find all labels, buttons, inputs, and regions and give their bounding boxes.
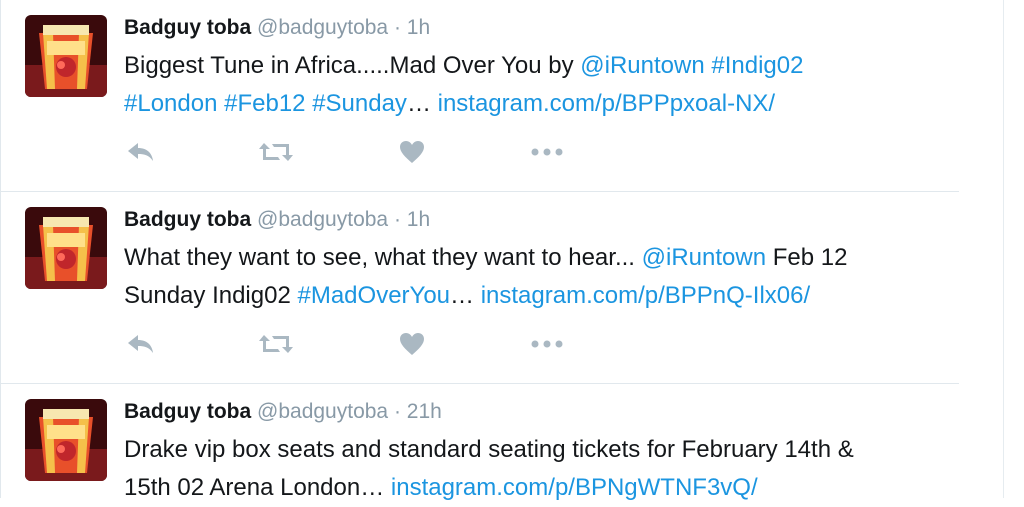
popcorn-avatar-image [25,15,107,97]
hashtag-link[interactable]: #London [124,90,217,117]
mention-link[interactable]: @iRuntown [580,52,704,79]
more-icon [531,148,563,156]
timeline: Badguy toba @badguytoba · 1h Biggest Tun… [0,0,959,501]
reply-icon [128,143,153,161]
tweet-text-part: 15th 02 Arena London… [124,474,391,501]
tweet-text-part: … [406,90,438,117]
avatar[interactable] [25,207,107,289]
like-button[interactable] [397,331,427,357]
tweet-text-part: Sunday Indig02 [124,282,298,309]
user-handle[interactable]: @badguytoba [257,400,388,423]
tweet-header: Badguy toba @badguytoba · 1h [124,206,430,234]
hashtag-link[interactable]: #Indig02 [711,52,803,79]
tweet[interactable]: Badguy toba @badguytoba · 1h What they w… [1,192,959,384]
reply-button[interactable] [126,139,156,165]
tweet-text: What they want to see, what they want to… [124,239,954,315]
tweet-text: Biggest Tune in Africa.....Mad Over You … [124,47,954,123]
url-link[interactable]: instagram.com/p/BPNgWTNF3vQ/ [391,474,758,501]
like-button[interactable] [397,139,427,165]
tweet-text-part: … [450,282,481,309]
more-icon [531,340,563,348]
avatar[interactable] [25,15,107,97]
tweet-actions [126,331,566,357]
tweet-text-part: What they want to see, what they want to… [124,244,642,271]
retweet-button[interactable] [256,139,296,165]
avatar[interactable] [25,399,107,481]
timestamp[interactable]: 1h [407,208,430,231]
retweet-icon [259,143,293,161]
column-divider [1003,0,1004,498]
timestamp[interactable]: 1h [407,16,430,39]
tweet-header: Badguy toba @badguytoba · 1h [124,14,430,42]
tweet-actions [126,139,566,165]
separator-dot: · [393,16,401,39]
reply-button[interactable] [126,331,156,357]
user-handle[interactable]: @badguytoba [257,16,388,39]
reply-icon [128,335,153,353]
separator-dot: · [393,208,401,231]
retweet-button[interactable] [256,331,296,357]
hashtag-link[interactable]: #MadOverYou [297,282,450,309]
display-name[interactable]: Badguy toba [124,16,251,39]
tweet[interactable]: Badguy toba @badguytoba · 1h Biggest Tun… [1,0,959,192]
display-name[interactable]: Badguy toba [124,400,251,423]
heart-icon [400,141,424,163]
tweet-text: Drake vip box seats and standard seating… [124,431,954,507]
url-link[interactable]: instagram.com/p/BPPpxoal-NX/ [438,90,775,117]
tweet-text-part: Biggest Tune in Africa.....Mad Over You … [124,52,581,79]
url-link[interactable]: instagram.com/p/BPPnQ-Ilx06/ [481,282,810,309]
retweet-icon [259,335,293,353]
timestamp[interactable]: 21h [407,400,442,423]
tweet[interactable]: Badguy toba @badguytoba · 21h Drake vip … [1,384,959,501]
popcorn-avatar-image [25,399,107,481]
more-button[interactable] [527,331,567,357]
tweet-header: Badguy toba @badguytoba · 21h [124,398,442,426]
mention-link[interactable]: @iRuntown [642,244,766,271]
hashtag-link[interactable]: #Sunday [312,90,407,117]
user-handle[interactable]: @badguytoba [257,208,388,231]
heart-icon [400,333,424,355]
tweet-text-part: Feb 12 [766,244,848,271]
tweet-text-part: Drake vip box seats and standard seating… [124,436,854,463]
more-button[interactable] [527,139,567,165]
hashtag-link[interactable]: #Feb12 [224,90,305,117]
separator-dot: · [393,400,401,423]
popcorn-avatar-image [25,207,107,289]
display-name[interactable]: Badguy toba [124,208,251,231]
